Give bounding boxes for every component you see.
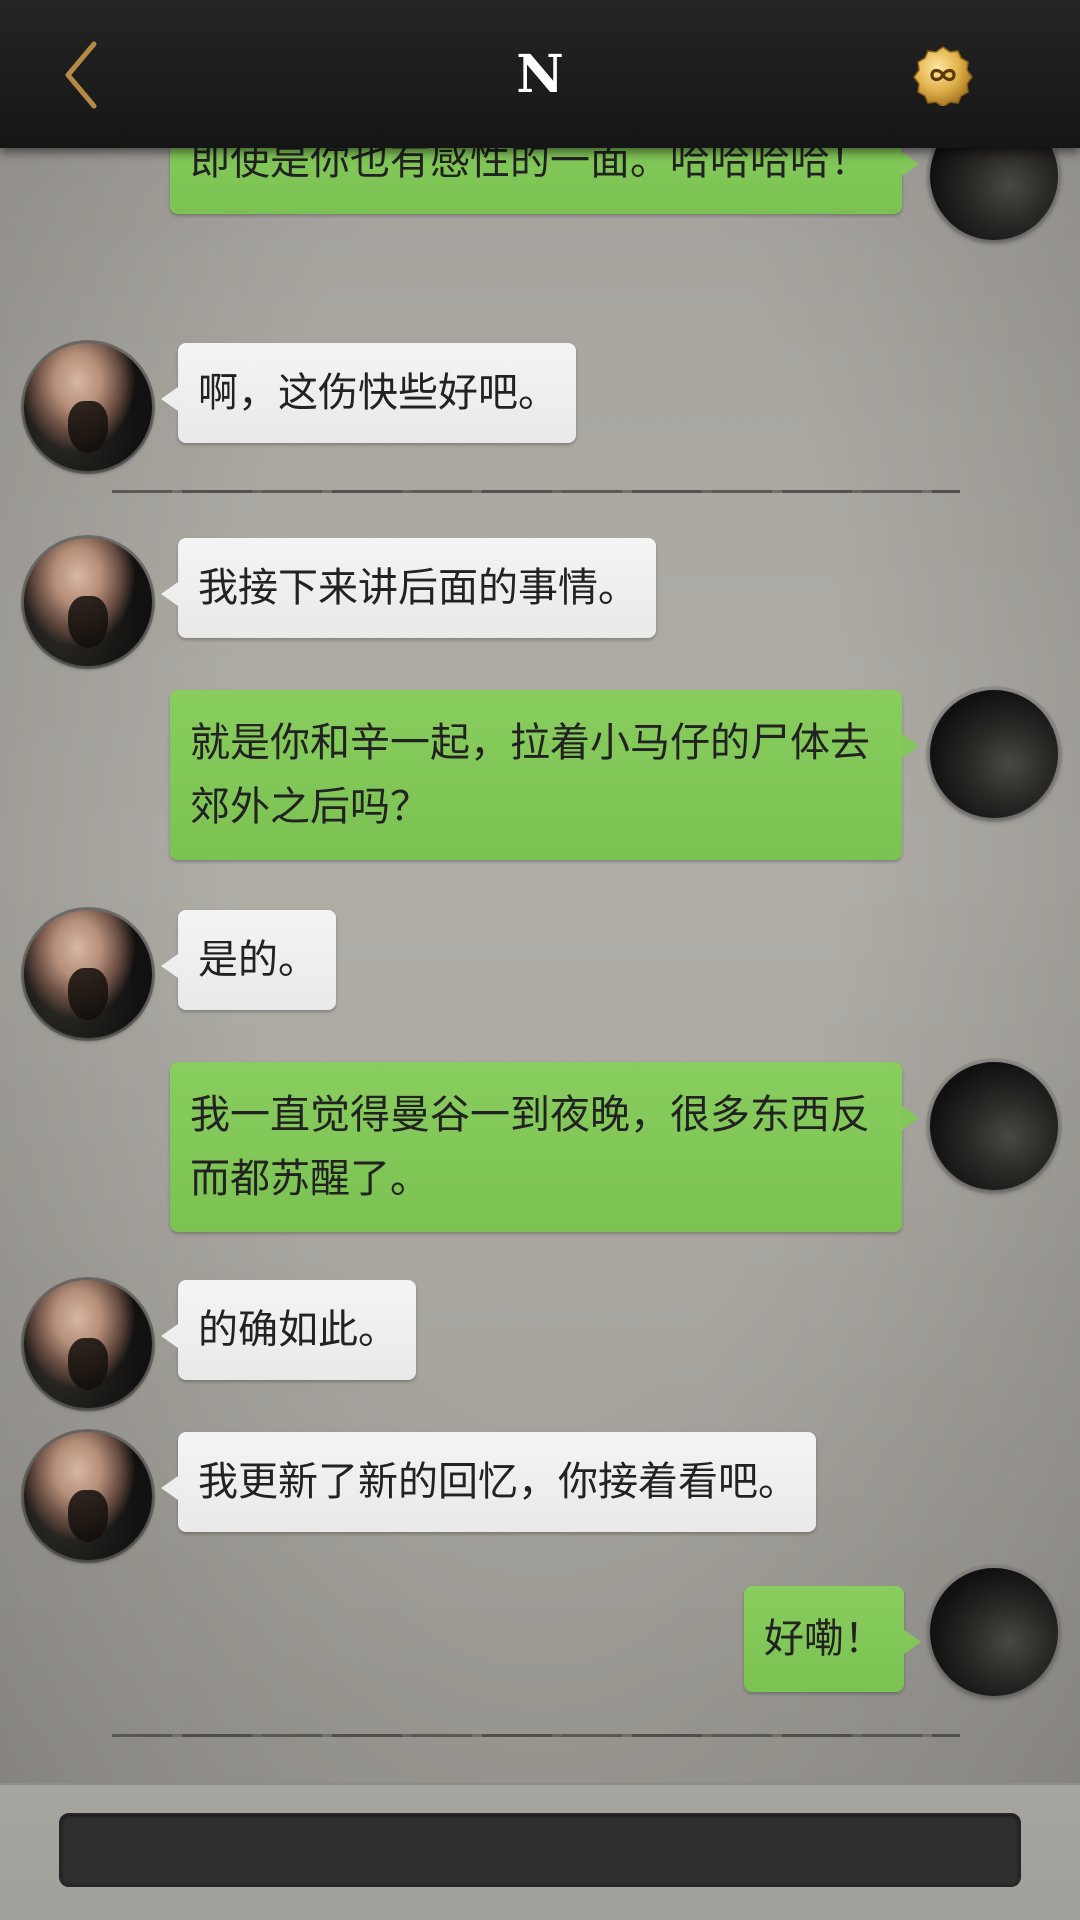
contact-avatar[interactable] — [24, 910, 152, 1038]
message-input[interactable] — [59, 1813, 1021, 1887]
message-text: 的确如此。 — [198, 1307, 398, 1353]
message-text: 我一直觉得曼谷一到夜晚，很多东西反而都苏醒了。 — [190, 1092, 870, 1202]
message-text: 啊，这伤快些好吧。 — [198, 370, 558, 416]
user-avatar[interactable] — [930, 690, 1058, 818]
message-text: 好嘞！ — [764, 1616, 884, 1662]
contact-avatar[interactable] — [24, 538, 152, 666]
user-avatar[interactable] — [930, 1062, 1058, 1190]
chat-thread[interactable]: 即使是你也有感性的一面。哈哈哈哈！ 啊，这伤快些好吧。 我接下来讲后面的事情。 … — [0, 148, 1080, 1783]
message-incoming: 我接下来讲后面的事情。 — [0, 538, 1080, 668]
coin-button[interactable] — [912, 44, 974, 108]
divider — [112, 490, 960, 493]
message-outgoing: 即使是你也有感性的一面。哈哈哈哈！ — [0, 148, 1080, 308]
message-bubble[interactable]: 我更新了新的回忆，你接着看吧。 — [161, 1432, 816, 1532]
message-text: 即使是你也有感性的一面。哈哈哈哈！ — [190, 148, 870, 184]
message-incoming: 的确如此。 — [0, 1280, 1080, 1410]
user-avatar[interactable] — [930, 148, 1058, 240]
message-bubble[interactable]: 的确如此。 — [161, 1280, 416, 1380]
infinity-coin-icon — [913, 46, 973, 108]
message-bubble[interactable]: 就是你和辛一起，拉着小马仔的尸体去郊外之后吗？ — [170, 690, 919, 860]
message-bubble[interactable]: 我一直觉得曼谷一到夜晚，很多东西反而都苏醒了。 — [170, 1062, 919, 1232]
message-outgoing: 好嘞！ — [0, 1568, 1080, 1716]
message-incoming: 啊，这伤快些好吧。 — [0, 343, 1080, 473]
message-incoming: 我更新了新的回忆，你接着看吧。 — [0, 1432, 1080, 1562]
message-bubble[interactable]: 是的。 — [161, 910, 336, 1010]
top-bar: N — [0, 0, 1080, 148]
message-bubble[interactable]: 啊，这伤快些好吧。 — [161, 343, 576, 443]
user-avatar[interactable] — [930, 1568, 1058, 1696]
composer-bar — [0, 1783, 1080, 1920]
message-text: 就是你和辛一起，拉着小马仔的尸体去郊外之后吗？ — [190, 720, 870, 830]
contact-avatar[interactable] — [24, 1280, 152, 1408]
message-text: 是的。 — [198, 937, 318, 983]
message-outgoing: 就是你和辛一起，拉着小马仔的尸体去郊外之后吗？ — [0, 690, 1080, 865]
message-incoming: 是的。 — [0, 910, 1080, 1040]
message-text: 我更新了新的回忆，你接着看吧。 — [198, 1459, 798, 1505]
contact-avatar[interactable] — [24, 343, 152, 471]
message-bubble[interactable]: 好嘞！ — [744, 1586, 921, 1692]
contact-avatar[interactable] — [24, 1432, 152, 1560]
message-outgoing: 我一直觉得曼谷一到夜晚，很多东西反而都苏醒了。 — [0, 1062, 1080, 1237]
message-bubble[interactable]: 即使是你也有感性的一面。哈哈哈哈！ — [170, 148, 919, 214]
message-text: 我接下来讲后面的事情。 — [198, 565, 638, 611]
divider — [112, 1734, 960, 1737]
message-bubble[interactable]: 我接下来讲后面的事情。 — [161, 538, 656, 638]
